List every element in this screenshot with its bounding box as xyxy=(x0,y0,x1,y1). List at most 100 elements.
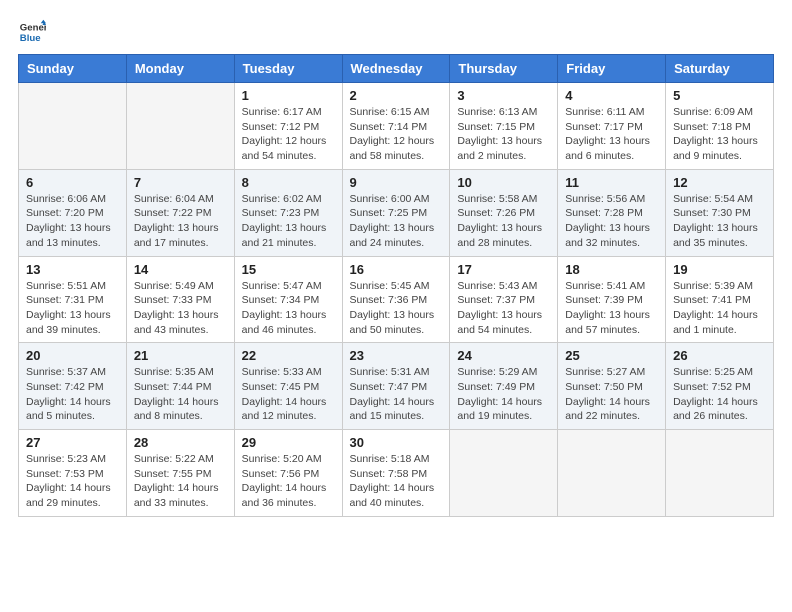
calendar-day-cell: 20 Sunrise: 5:37 AM Sunset: 7:42 PM Dayli… xyxy=(19,343,127,430)
day-number: 14 xyxy=(134,262,227,277)
day-number: 10 xyxy=(457,175,550,190)
calendar-day-cell: 28 Sunrise: 5:22 AM Sunset: 7:55 PM Dayli… xyxy=(126,430,234,517)
day-detail: Sunrise: 5:29 AM Sunset: 7:49 PM Dayligh… xyxy=(457,365,550,424)
calendar-day-cell: 6Sunrise: 6:06 AM Sunset: 7:20 PM Daylig… xyxy=(19,169,127,256)
day-detail: Sunrise: 5:41 AM Sunset: 7:39 PM Dayligh… xyxy=(565,279,658,338)
day-detail: Sunrise: 5:51 AM Sunset: 7:31 PM Dayligh… xyxy=(26,279,119,338)
calendar-day-cell: 14 Sunrise: 5:49 AM Sunset: 7:33 PM Dayli… xyxy=(126,256,234,343)
day-number: 22 xyxy=(242,348,335,363)
day-number: 15 xyxy=(242,262,335,277)
calendar-day-cell: 11 Sunrise: 5:56 AM Sunset: 7:28 PM Dayli… xyxy=(558,169,666,256)
calendar-day-cell: 23 Sunrise: 5:31 AM Sunset: 7:47 PM Dayli… xyxy=(342,343,450,430)
calendar-day-cell: 24 Sunrise: 5:29 AM Sunset: 7:49 PM Dayli… xyxy=(450,343,558,430)
calendar-day-cell: 17 Sunrise: 5:43 AM Sunset: 7:37 PM Dayli… xyxy=(450,256,558,343)
day-number: 1 xyxy=(242,88,335,103)
calendar-day-cell: 30 Sunrise: 5:18 AM Sunset: 7:58 PM Dayli… xyxy=(342,430,450,517)
day-number: 13 xyxy=(26,262,119,277)
logo-icon: General Blue xyxy=(18,18,46,46)
weekday-header-sunday: Sunday xyxy=(19,55,127,83)
day-number: 25 xyxy=(565,348,658,363)
day-number: 19 xyxy=(673,262,766,277)
day-number: 4 xyxy=(565,88,658,103)
calendar-day-cell: 5 Sunrise: 6:09 AM Sunset: 7:18 PM Daylig… xyxy=(666,83,774,170)
day-detail: Sunrise: 6:00 AM Sunset: 7:25 PM Dayligh… xyxy=(350,192,443,251)
day-detail: Sunrise: 5:18 AM Sunset: 7:58 PM Dayligh… xyxy=(350,452,443,511)
svg-text:Blue: Blue xyxy=(20,33,41,44)
calendar-day-cell xyxy=(450,430,558,517)
calendar-day-cell: 29 Sunrise: 5:20 AM Sunset: 7:56 PM Dayli… xyxy=(234,430,342,517)
calendar-day-cell: 26 Sunrise: 5:25 AM Sunset: 7:52 PM Dayli… xyxy=(666,343,774,430)
day-number: 2 xyxy=(350,88,443,103)
calendar-day-cell: 2 Sunrise: 6:15 AM Sunset: 7:14 PM Daylig… xyxy=(342,83,450,170)
day-detail: Sunrise: 6:13 AM Sunset: 7:15 PM Dayligh… xyxy=(457,105,550,164)
day-number: 3 xyxy=(457,88,550,103)
day-detail: Sunrise: 6:06 AM Sunset: 7:20 PM Dayligh… xyxy=(26,192,119,251)
day-detail: Sunrise: 5:31 AM Sunset: 7:47 PM Dayligh… xyxy=(350,365,443,424)
day-number: 11 xyxy=(565,175,658,190)
day-detail: Sunrise: 5:56 AM Sunset: 7:28 PM Dayligh… xyxy=(565,192,658,251)
day-number: 9 xyxy=(350,175,443,190)
calendar-day-cell: 15Sunrise: 5:47 AM Sunset: 7:34 PM Dayli… xyxy=(234,256,342,343)
day-detail: Sunrise: 5:49 AM Sunset: 7:33 PM Dayligh… xyxy=(134,279,227,338)
calendar-day-cell: 16Sunrise: 5:45 AM Sunset: 7:36 PM Dayli… xyxy=(342,256,450,343)
day-detail: Sunrise: 5:27 AM Sunset: 7:50 PM Dayligh… xyxy=(565,365,658,424)
day-detail: Sunrise: 5:45 AM Sunset: 7:36 PM Dayligh… xyxy=(350,279,443,338)
calendar-week-row: 1 Sunrise: 6:17 AM Sunset: 7:12 PM Daylig… xyxy=(19,83,774,170)
day-number: 23 xyxy=(350,348,443,363)
calendar-day-cell: 9 Sunrise: 6:00 AM Sunset: 7:25 PM Daylig… xyxy=(342,169,450,256)
day-detail: Sunrise: 6:11 AM Sunset: 7:17 PM Dayligh… xyxy=(565,105,658,164)
day-number: 5 xyxy=(673,88,766,103)
weekday-header-row: SundayMondayTuesdayWednesdayThursdayFrid… xyxy=(19,55,774,83)
day-number: 28 xyxy=(134,435,227,450)
calendar-day-cell: 13 Sunrise: 5:51 AM Sunset: 7:31 PM Dayli… xyxy=(19,256,127,343)
day-number: 29 xyxy=(242,435,335,450)
day-number: 30 xyxy=(350,435,443,450)
calendar-day-cell xyxy=(19,83,127,170)
day-detail: Sunrise: 5:39 AM Sunset: 7:41 PM Dayligh… xyxy=(673,279,766,338)
calendar-day-cell: 10 Sunrise: 5:58 AM Sunset: 7:26 PM Dayli… xyxy=(450,169,558,256)
day-detail: Sunrise: 6:15 AM Sunset: 7:14 PM Dayligh… xyxy=(350,105,443,164)
calendar-week-row: 13 Sunrise: 5:51 AM Sunset: 7:31 PM Dayli… xyxy=(19,256,774,343)
day-number: 20 xyxy=(26,348,119,363)
weekday-header-monday: Monday xyxy=(126,55,234,83)
day-detail: Sunrise: 5:58 AM Sunset: 7:26 PM Dayligh… xyxy=(457,192,550,251)
day-number: 17 xyxy=(457,262,550,277)
day-detail: Sunrise: 6:02 AM Sunset: 7:23 PM Dayligh… xyxy=(242,192,335,251)
day-detail: Sunrise: 5:23 AM Sunset: 7:53 PM Dayligh… xyxy=(26,452,119,511)
calendar-day-cell: 25 Sunrise: 5:27 AM Sunset: 7:50 PM Dayli… xyxy=(558,343,666,430)
calendar-week-row: 6Sunrise: 6:06 AM Sunset: 7:20 PM Daylig… xyxy=(19,169,774,256)
day-number: 8 xyxy=(242,175,335,190)
weekday-header-tuesday: Tuesday xyxy=(234,55,342,83)
day-detail: Sunrise: 5:22 AM Sunset: 7:55 PM Dayligh… xyxy=(134,452,227,511)
calendar-day-cell xyxy=(666,430,774,517)
day-detail: Sunrise: 5:37 AM Sunset: 7:42 PM Dayligh… xyxy=(26,365,119,424)
calendar-day-cell: 22 Sunrise: 5:33 AM Sunset: 7:45 PM Dayli… xyxy=(234,343,342,430)
day-detail: Sunrise: 5:20 AM Sunset: 7:56 PM Dayligh… xyxy=(242,452,335,511)
calendar-day-cell: 1 Sunrise: 6:17 AM Sunset: 7:12 PM Daylig… xyxy=(234,83,342,170)
calendar-day-cell: 7Sunrise: 6:04 AM Sunset: 7:22 PM Daylig… xyxy=(126,169,234,256)
weekday-header-wednesday: Wednesday xyxy=(342,55,450,83)
calendar-day-cell: 4 Sunrise: 6:11 AM Sunset: 7:17 PM Daylig… xyxy=(558,83,666,170)
calendar-day-cell xyxy=(126,83,234,170)
calendar-table: SundayMondayTuesdayWednesdayThursdayFrid… xyxy=(18,54,774,517)
calendar-day-cell: 8 Sunrise: 6:02 AM Sunset: 7:23 PM Daylig… xyxy=(234,169,342,256)
svg-text:General: General xyxy=(20,22,46,33)
calendar-week-row: 20 Sunrise: 5:37 AM Sunset: 7:42 PM Dayli… xyxy=(19,343,774,430)
day-number: 7 xyxy=(134,175,227,190)
day-number: 24 xyxy=(457,348,550,363)
weekday-header-friday: Friday xyxy=(558,55,666,83)
calendar-day-cell xyxy=(558,430,666,517)
calendar-week-row: 27Sunrise: 5:23 AM Sunset: 7:53 PM Dayli… xyxy=(19,430,774,517)
calendar-day-cell: 18Sunrise: 5:41 AM Sunset: 7:39 PM Dayli… xyxy=(558,256,666,343)
day-detail: Sunrise: 6:17 AM Sunset: 7:12 PM Dayligh… xyxy=(242,105,335,164)
day-detail: Sunrise: 5:33 AM Sunset: 7:45 PM Dayligh… xyxy=(242,365,335,424)
day-number: 26 xyxy=(673,348,766,363)
calendar-container: General Blue SundayMondayTuesdayWednesda… xyxy=(0,0,792,535)
day-detail: Sunrise: 6:09 AM Sunset: 7:18 PM Dayligh… xyxy=(673,105,766,164)
day-detail: Sunrise: 5:43 AM Sunset: 7:37 PM Dayligh… xyxy=(457,279,550,338)
calendar-day-cell: 3 Sunrise: 6:13 AM Sunset: 7:15 PM Daylig… xyxy=(450,83,558,170)
day-number: 12 xyxy=(673,175,766,190)
day-detail: Sunrise: 5:25 AM Sunset: 7:52 PM Dayligh… xyxy=(673,365,766,424)
logo: General Blue xyxy=(18,18,48,46)
header: General Blue xyxy=(18,18,774,46)
